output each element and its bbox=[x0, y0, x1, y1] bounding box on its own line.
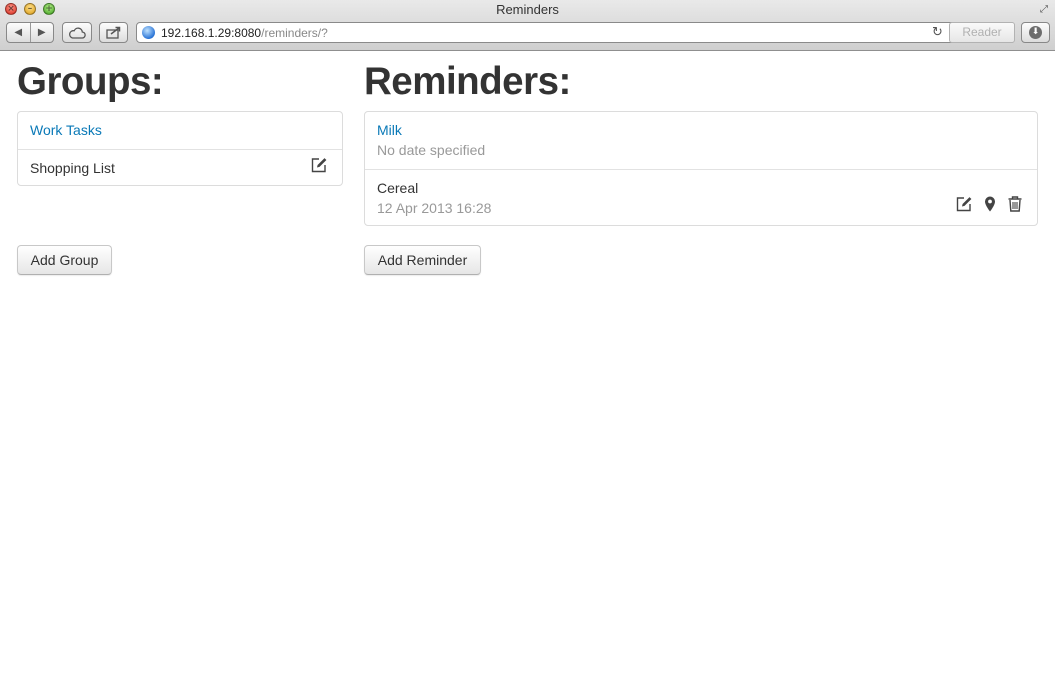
address-bar[interactable]: 192.168.1.29:8080/reminders/? ↻ Reader bbox=[136, 22, 1015, 43]
reminder-item-cereal[interactable]: Cereal 12 Apr 2013 16:28 bbox=[365, 169, 1037, 226]
map-marker-icon[interactable] bbox=[981, 195, 999, 213]
groups-heading: Groups: bbox=[17, 60, 164, 103]
share-button[interactable] bbox=[99, 22, 128, 43]
edit-icon[interactable] bbox=[955, 195, 973, 213]
downloads-button[interactable]: ⬇ bbox=[1021, 22, 1050, 43]
back-arrow-icon[interactable]: ◀ bbox=[7, 23, 30, 42]
reload-icon[interactable]: ↻ bbox=[932, 25, 943, 40]
reminder-date: No date specified bbox=[377, 142, 486, 158]
reader-button[interactable]: Reader bbox=[949, 22, 1015, 43]
reminder-title: Cereal bbox=[377, 180, 419, 196]
group-label: Shopping List bbox=[30, 160, 115, 176]
cloud-icon bbox=[69, 26, 86, 39]
reminder-date: 12 Apr 2013 16:28 bbox=[377, 200, 492, 216]
groups-list: Work Tasks Shopping List bbox=[17, 111, 343, 186]
back-forward-buttons: ◀ ▶ bbox=[6, 22, 54, 43]
window-title: Reminders bbox=[496, 2, 559, 17]
reminders-list: Milk No date specified Cereal 12 Apr 201… bbox=[364, 111, 1038, 226]
url-path: /reminders/? bbox=[261, 26, 328, 40]
edit-icon[interactable] bbox=[310, 156, 328, 174]
group-item-work-tasks[interactable]: Work Tasks bbox=[18, 112, 342, 149]
group-item-shopping-list[interactable]: Shopping List bbox=[18, 149, 342, 186]
url-host: 192.168.1.29:8080 bbox=[161, 26, 262, 40]
add-reminder-button[interactable]: Add Reminder bbox=[364, 245, 481, 275]
globe-icon bbox=[142, 26, 155, 39]
trash-icon[interactable] bbox=[1006, 195, 1024, 213]
icloud-tabs-button[interactable] bbox=[62, 22, 92, 43]
reminder-item-milk[interactable]: Milk No date specified bbox=[365, 112, 1037, 169]
group-label[interactable]: Work Tasks bbox=[30, 122, 102, 138]
reminders-heading: Reminders: bbox=[364, 60, 571, 103]
add-group-button[interactable]: Add Group bbox=[17, 245, 112, 275]
share-icon bbox=[105, 26, 120, 39]
fullscreen-icon[interactable]: ⤢ bbox=[1040, 4, 1051, 15]
browser-toolbar: × – + Reminders ⤢ ◀ ▶ 192.168.1.29:8080/… bbox=[0, 0, 1055, 51]
download-icon: ⬇ bbox=[1029, 26, 1042, 39]
url-text: 192.168.1.29:8080/reminders/? bbox=[161, 26, 328, 40]
forward-arrow-icon[interactable]: ▶ bbox=[29, 23, 54, 42]
reminder-title[interactable]: Milk bbox=[377, 122, 402, 138]
